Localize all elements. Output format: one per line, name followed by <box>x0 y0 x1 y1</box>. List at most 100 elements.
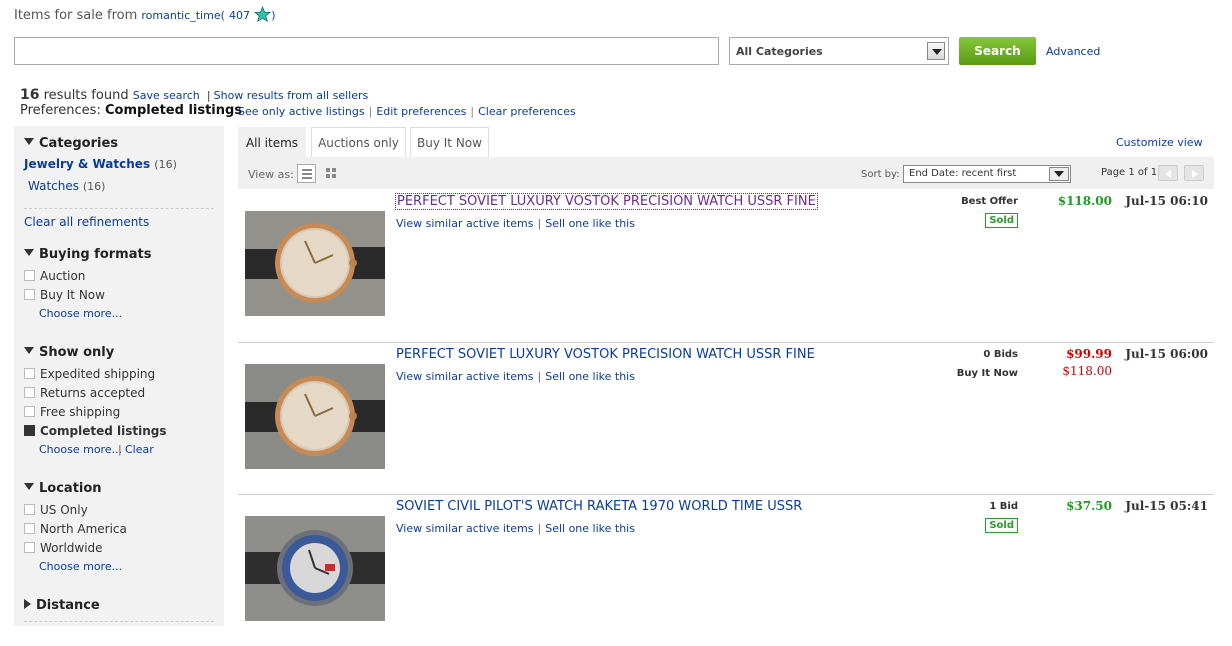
filter-expedited-shipping[interactable]: Expedited shipping <box>24 367 155 381</box>
category-select[interactable]: All Categories <box>729 37 949 65</box>
save-search-link[interactable]: Save search <box>133 89 200 102</box>
listing-price: $99.99 <box>1066 347 1112 361</box>
sort-select-value: End Date: recent first <box>909 168 1017 179</box>
checkbox[interactable] <box>24 270 35 281</box>
clear-all-refinements-link[interactable]: Clear all refinements <box>24 215 149 229</box>
tab-all-items[interactable]: All items <box>238 127 306 157</box>
page-indicator: Page 1 of 1 <box>1101 167 1158 178</box>
filter-returns-accepted[interactable]: Returns accepted <box>24 386 145 400</box>
location-heading[interactable]: Location <box>24 481 102 496</box>
checkbox[interactable] <box>24 542 35 553</box>
category-jewelry-watches[interactable]: Jewelry & Watches (16) <box>24 157 177 171</box>
edit-preferences-link[interactable]: Edit preferences <box>376 105 466 118</box>
listing-title-link[interactable]: SOVIET CIVIL PILOT'S WATCH RAKETA 1970 W… <box>396 499 802 514</box>
tab-auctions-only[interactable]: Auctions only <box>311 127 406 157</box>
listing-format: Buy It Now <box>956 368 1018 379</box>
checkbox[interactable] <box>24 406 35 417</box>
categories-heading[interactable]: Categories <box>24 136 118 151</box>
pref-divider: | <box>470 105 475 118</box>
show-choose-more-link[interactable]: Choose more... <box>39 443 122 456</box>
view-similar-link[interactable]: View similar active items <box>396 522 534 535</box>
buying-choose-more-link[interactable]: Choose more... <box>39 307 122 320</box>
preferences: Preferences: Completed listings <box>20 103 242 118</box>
filter-completed-listings[interactable]: Completed listings <box>24 424 167 438</box>
divider <box>24 208 214 209</box>
listing-title-link[interactable]: PERFECT SOVIET LUXURY VOSTOK PRECISION W… <box>396 347 815 362</box>
listing-row: SOVIET CIVIL PILOT'S WATCH RAKETA 1970 W… <box>238 494 1214 646</box>
sell-one-like-this-link[interactable]: Sell one like this <box>545 217 635 230</box>
category-watches[interactable]: Watches (16) <box>28 179 105 193</box>
category-label: Watches <box>28 179 79 193</box>
view-similar-link[interactable]: View similar active items <box>396 370 534 383</box>
filter-label: Worldwide <box>40 541 103 555</box>
sell-one-like-this-link[interactable]: Sell one like this <box>545 370 635 383</box>
sold-badge: Sold <box>985 213 1018 228</box>
dropdown-arrow-icon[interactable] <box>1049 167 1069 181</box>
category-label: Jewelry & Watches <box>24 157 151 171</box>
filter-label: US Only <box>40 503 88 517</box>
sell-one-like-this-link[interactable]: Sell one like this <box>545 522 635 535</box>
checkbox-checked[interactable] <box>24 425 35 436</box>
checkbox[interactable] <box>24 523 35 534</box>
filter-buy-it-now[interactable]: Buy It Now <box>24 288 105 302</box>
filter-label: Completed listings <box>40 424 167 438</box>
show-clear-link[interactable]: Clear <box>125 443 154 456</box>
checkbox[interactable] <box>24 368 35 379</box>
sort-select[interactable]: End Date: recent first <box>903 165 1071 183</box>
item-thumbnail[interactable] <box>245 364 385 469</box>
link-divider: | <box>537 370 542 383</box>
listing-bids: 1 Bid <box>989 501 1018 512</box>
show-only-heading[interactable]: Show only <box>24 345 114 360</box>
row-divider <box>238 494 1214 495</box>
listing-title-link[interactable]: PERFECT SOVIET LUXURY VOSTOK PRECISION W… <box>395 193 818 210</box>
feedback-score-link[interactable]: 407 <box>229 9 250 22</box>
tab-buy-it-now[interactable]: Buy It Now <box>410 127 489 157</box>
item-thumbnail[interactable] <box>245 211 385 316</box>
filter-label: Free shipping <box>40 405 121 419</box>
see-active-listings-link[interactable]: See only active listings <box>238 105 365 118</box>
open-paren: ( <box>220 9 225 22</box>
listing-end-date: Jul-15 05:41 <box>1125 499 1208 513</box>
search-button[interactable]: Search <box>959 37 1036 65</box>
view-similar-link[interactable]: View similar active items <box>396 217 534 230</box>
filter-us-only[interactable]: US Only <box>24 503 88 517</box>
filter-worldwide[interactable]: Worldwide <box>24 541 103 555</box>
seller-link[interactable]: romantic_time <box>141 9 220 22</box>
show-all-sellers-link[interactable]: Show results from all sellers <box>214 89 369 102</box>
filter-label: Auction <box>40 269 86 283</box>
filter-free-shipping[interactable]: Free shipping <box>24 405 120 419</box>
listing-format: Best Offer <box>961 196 1018 207</box>
listing-row: PERFECT SOVIET LUXURY VOSTOK PRECISION W… <box>238 342 1214 494</box>
prev-page-icon[interactable] <box>1158 165 1178 181</box>
checkbox[interactable] <box>24 504 35 515</box>
customize-view-link[interactable]: Customize view <box>1116 136 1203 149</box>
link-divider: | <box>537 217 542 230</box>
category-count: (16) <box>82 180 106 193</box>
list-view-icon[interactable] <box>297 164 316 183</box>
refinement-sidebar: Categories Jewelry & Watches (16) Watche… <box>14 126 224 626</box>
location-choose-more-link[interactable]: Choose more... <box>39 560 122 573</box>
checkbox[interactable] <box>24 387 35 398</box>
seller-header: Items for sale from romantic_time( 407 ) <box>14 5 276 23</box>
clear-preferences-link[interactable]: Clear preferences <box>478 105 576 118</box>
advanced-search-link[interactable]: Advanced <box>1046 45 1100 58</box>
dropdown-arrow-icon[interactable] <box>927 42 945 60</box>
grid-view-icon[interactable] <box>326 168 338 180</box>
item-thumbnail[interactable] <box>245 516 385 621</box>
filter-north-america[interactable]: North America <box>24 522 127 536</box>
next-page-icon[interactable] <box>1184 165 1204 181</box>
search-input[interactable] <box>14 37 719 65</box>
listing-row: PERFECT SOVIET LUXURY VOSTOK PRECISION W… <box>238 189 1214 341</box>
listing-links: View similar active items | Sell one like … <box>396 217 635 230</box>
filter-auction[interactable]: Auction <box>24 269 85 283</box>
pref-divider: | <box>368 105 373 118</box>
checkbox[interactable] <box>24 289 35 300</box>
category-count: (16) <box>154 158 177 171</box>
filter-label: Buy It Now <box>40 288 105 302</box>
preferences-links: See only active listings | Edit preference… <box>238 105 576 118</box>
star-icon[interactable] <box>254 5 272 23</box>
results-divider: | <box>206 89 211 102</box>
close-paren: ) <box>271 9 276 22</box>
buying-formats-heading[interactable]: Buying formats <box>24 247 151 262</box>
distance-heading[interactable]: Distance <box>24 598 100 613</box>
